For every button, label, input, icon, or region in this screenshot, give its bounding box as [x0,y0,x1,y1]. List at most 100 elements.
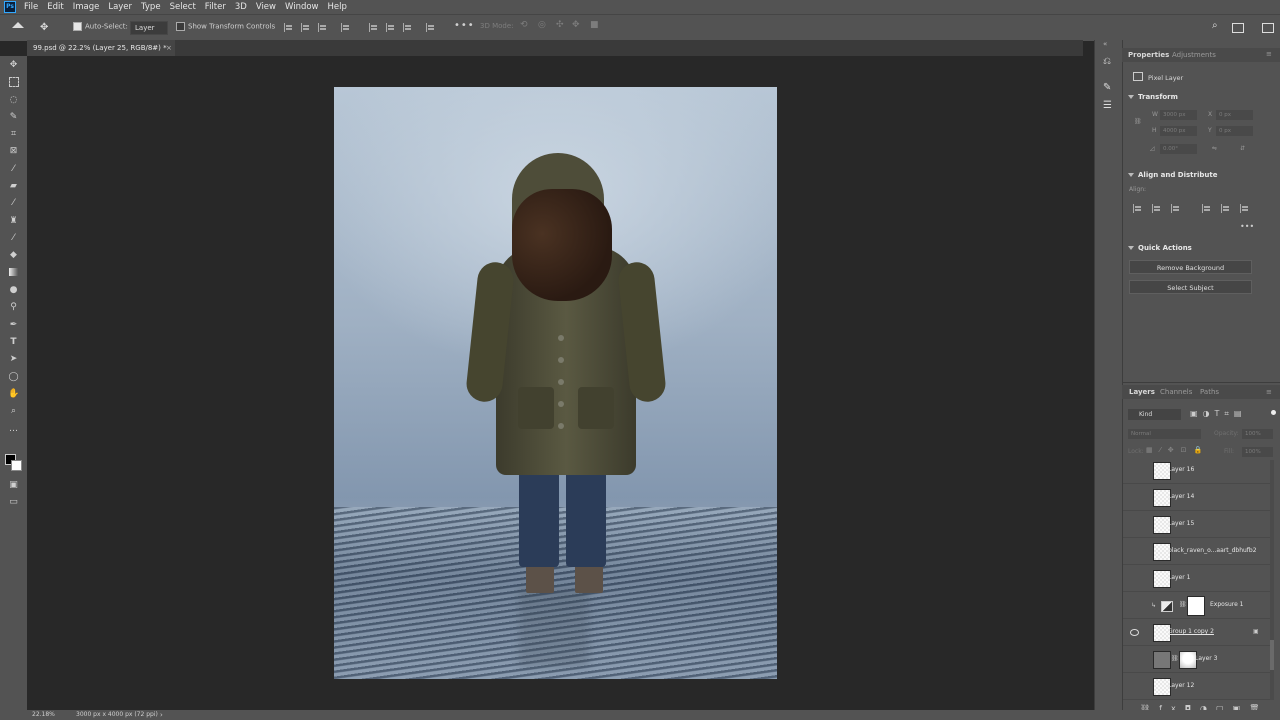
collapse-panels-icon[interactable]: « [1103,40,1107,48]
layer-row[interactable]: black_raven_o...aart_dbhufb2 [1123,538,1274,565]
layers-panel-menu-icon[interactable]: ≡ [1266,388,1272,396]
visibility-eye-icon[interactable] [1130,629,1139,636]
auto-select-checkbox[interactable]: Auto-Select: [73,22,128,31]
layers-scrollbar[interactable] [1270,460,1274,700]
align-middle-icon[interactable] [386,23,395,32]
layer-row[interactable]: Layer 14 [1123,484,1274,511]
menu-select[interactable]: Select [170,2,196,12]
x-input[interactable]: 0 px [1216,110,1253,120]
screen-mode-icon[interactable]: ▭ [8,497,19,508]
dodge-tool-icon[interactable]: ⚲ [8,302,19,313]
zoom-tool-icon[interactable]: ⌕ [8,406,19,417]
transform-caret-icon[interactable] [1128,95,1134,99]
menu-help[interactable]: Help [328,2,347,12]
menu-edit[interactable]: Edit [47,2,63,12]
layer-row[interactable]: Layer 15 [1123,511,1274,538]
document-canvas[interactable] [334,87,777,679]
brush-settings-icon[interactable]: ✎ [1103,82,1111,93]
mask-link-icon[interactable]: ⛓ [1179,601,1187,608]
pen-tool-icon[interactable]: ✒ [8,320,19,331]
quick-select-tool-icon[interactable]: ✎ [8,112,19,123]
adjustments-icon[interactable]: ☰ [1103,100,1112,111]
tab-channels[interactable]: Channels [1160,388,1192,396]
status-arrow-icon[interactable]: › [160,711,163,719]
eyedropper-tool-icon[interactable]: ⁄ [8,164,19,175]
remove-background-button[interactable]: Remove Background [1129,260,1252,274]
blend-mode-dropdown[interactable]: Normal [1128,429,1201,439]
select-subject-button[interactable]: Select Subject [1129,280,1252,294]
lasso-tool-icon[interactable]: ◌ [8,95,19,106]
flip-horizontal-icon[interactable]: ⇋ [1212,145,1217,152]
tab-layers[interactable]: Layers [1129,388,1155,396]
layer-row[interactable]: Layer 1 [1123,565,1274,592]
blur-tool-icon[interactable]: ● [8,285,19,296]
frame-tool-icon[interactable]: ⊠ [8,146,19,157]
menu-view[interactable]: View [256,2,276,12]
move-tool-icon[interactable]: ✥ [8,60,19,71]
menu-type[interactable]: Type [141,2,161,12]
layer-filter-icons[interactable]: ▣◑T⌗▤ [1190,409,1247,419]
ellipse-tool-icon[interactable]: ◯ [8,372,19,383]
document-info[interactable]: 3000 px x 4000 px (72 ppi) [76,710,158,720]
path-selection-tool-icon[interactable]: ➤ [8,354,19,365]
zoom-level[interactable]: 22.18% [32,710,55,720]
clone-stamp-tool-icon[interactable]: ♜ [8,216,19,227]
show-transform-controls-checkbox[interactable]: Show Transform Controls [176,22,275,31]
auto-select-dropdown[interactable]: Layer [130,21,168,35]
mask-link-icon[interactable]: ⛓ [1171,655,1179,662]
more-align-icon[interactable]: ••• [1240,222,1254,231]
home-icon[interactable] [12,22,24,28]
menu-image[interactable]: Image [73,2,100,12]
healing-brush-tool-icon[interactable]: ▰ [8,181,19,192]
layer-row-adjustment[interactable]: ↳ ⛓ Exposure 1 [1123,592,1274,619]
tab-adjustments[interactable]: Adjustments [1172,51,1216,59]
flip-vertical-icon[interactable]: ⇵ [1240,145,1245,152]
layer-row[interactable]: ⛓ Layer 3 [1123,646,1274,673]
panel-align-top-icon[interactable] [1202,204,1211,213]
close-tab-icon[interactable]: × [166,40,172,56]
menu-layer[interactable]: Layer [108,2,132,12]
marquee-tool-icon[interactable] [9,77,19,87]
align-right-icon[interactable] [318,23,327,32]
panel-menu-icon[interactable]: ≡ [1266,50,1272,58]
panel-align-bottom-icon[interactable] [1240,204,1249,213]
panel-align-left-icon[interactable] [1133,204,1142,213]
share-icon[interactable] [1262,23,1274,33]
document-tab[interactable]: 99.psd @ 22.2% (Layer 25, RGB/8#) * × [27,40,175,56]
height-input[interactable]: 4000 px [1160,126,1197,136]
type-tool-icon[interactable]: T [8,337,19,348]
layer-row[interactable]: Layer 12 [1123,673,1274,700]
quick-actions-caret-icon[interactable] [1128,246,1134,250]
hand-tool-icon[interactable]: ✋ [8,389,19,400]
layer-mask-thumbnail[interactable] [1187,596,1205,616]
align-left-icon[interactable] [284,23,293,32]
filter-kind-dropdown[interactable]: Kind [1128,409,1181,420]
move-tool-icon[interactable]: ✥ [40,23,49,33]
angle-input[interactable]: 0.00° [1160,144,1197,154]
search-icon[interactable]: ⌕ [1212,20,1218,31]
y-input[interactable]: 0 px [1216,126,1253,136]
align-caret-icon[interactable] [1128,173,1134,177]
more-options-icon[interactable]: ••• [454,20,475,31]
menu-3d[interactable]: 3D [235,2,247,12]
panel-align-middle-icon[interactable] [1221,204,1230,213]
gradient-tool-icon[interactable] [9,268,18,276]
layer-row[interactable]: Layer 16 [1123,457,1274,484]
menu-window[interactable]: Window [285,2,319,12]
menu-filter[interactable]: Filter [205,2,226,12]
lock-icons[interactable]: ▦⁄✥⊡🔒 [1146,446,1209,454]
fill-input[interactable]: 100% [1242,447,1273,457]
quick-mask-icon[interactable]: ▣ [8,480,19,491]
panel-align-right-icon[interactable] [1171,204,1180,213]
distribute-icon[interactable] [341,23,350,32]
align-top-icon[interactable] [369,23,378,32]
eraser-tool-icon[interactable]: ◆ [8,250,19,261]
menu-file[interactable]: File [24,2,38,12]
workspace-icon[interactable] [1232,23,1244,33]
brush-tool-icon[interactable]: ⁄ [8,198,19,209]
filter-toggle-icon[interactable] [1271,410,1276,415]
background-color-swatch[interactable] [11,460,22,471]
align-bottom-icon[interactable] [403,23,412,32]
crop-tool-icon[interactable]: ⌗ [8,129,19,140]
history-brush-tool-icon[interactable]: ⁄ [8,233,19,244]
